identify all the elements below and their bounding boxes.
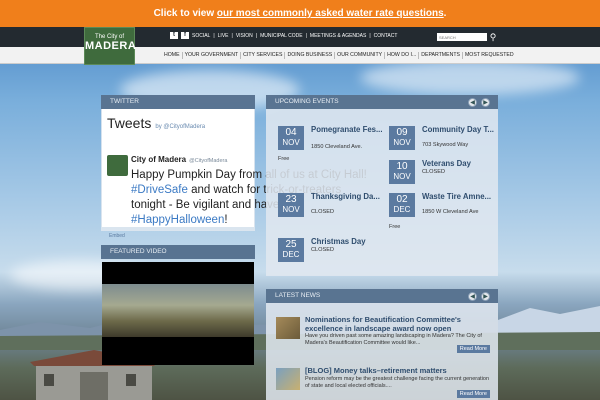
facebook-icon[interactable]: f [181, 32, 189, 39]
read-more-button[interactable]: Read More [456, 345, 490, 353]
nav-item-departments[interactable]: DEPARTMENTS [419, 52, 463, 59]
event-date: 25 DEC [278, 238, 304, 262]
event-location: 1850 W Cleveland Ave [422, 209, 479, 215]
event-date: 02 DEC [389, 193, 415, 217]
nav-item-home[interactable]: HOME [162, 52, 183, 59]
twitter-panel: TWITTER Tweets by @CityofMadera City of M… [101, 95, 367, 239]
event-title[interactable]: Veterans Day [422, 159, 502, 168]
twitter-icon[interactable]: t [170, 32, 178, 39]
utility-link-vision[interactable]: VISION [236, 33, 253, 39]
news-item: [BLOG] Money talks–retirement matters Pe… [276, 366, 490, 400]
utility-link-social[interactable]: SOCIAL [192, 33, 210, 39]
event-free: Free [278, 156, 290, 162]
events-pager: ◀ ▶ [468, 98, 490, 107]
tweet-author[interactable]: City of Madera @CityofMadera [131, 155, 227, 164]
event-title[interactable]: Community Day T... [422, 125, 502, 134]
alert-banner: Click to view our most commonly asked wa… [0, 0, 600, 27]
utility-link-meetings[interactable]: MEETINGS & AGENDAS [310, 33, 366, 39]
event-location: CLOSED [422, 169, 446, 175]
event-title[interactable]: Pomegranate Fes... [311, 125, 391, 134]
hashtag-happyhalloween[interactable]: #HappyHalloween [131, 214, 224, 226]
event-date: 09 NOV [389, 126, 415, 150]
chevron-left-icon[interactable]: ◀ [468, 292, 477, 301]
utility-link-contact[interactable]: CONTACT [374, 33, 398, 39]
event-title[interactable]: Thanksgiving Da... [311, 192, 391, 201]
tweet-handle: @CityofMadera [189, 158, 228, 164]
latest-news-panel: LATEST NEWS ◀ ▶ Nominations for Beautifi… [266, 289, 498, 400]
latest-news-title: LATEST NEWS [266, 289, 498, 303]
tweet-line-4-text: ! [224, 214, 228, 226]
news-thumbnail[interactable] [276, 317, 300, 339]
utility-links: t f SOCIAL | LIVE | VISION | MUNICIPAL CODE… [170, 32, 397, 39]
news-title[interactable]: [BLOG] Money talks–retirement matters [305, 366, 493, 375]
news-item: Nominations for Beautification Committee… [276, 315, 490, 355]
event-location: CLOSED [311, 247, 335, 253]
city-logo[interactable]: The City of MADERA [84, 27, 137, 65]
chevron-right-icon[interactable]: ▶ [481, 292, 490, 301]
chevron-right-icon[interactable]: ▶ [481, 98, 490, 107]
utility-link-municipal-code[interactable]: MUNICIPAL CODE [260, 33, 303, 39]
news-title[interactable]: Nominations for Beautification Committee… [305, 315, 493, 333]
avatar[interactable] [107, 155, 128, 176]
hashtag-drivesafe[interactable]: #DriveSafe [131, 184, 188, 196]
utility-link-live[interactable]: LIVE [218, 33, 229, 39]
featured-video-panel: FEATURED VIDEO [101, 245, 255, 400]
twitter-feed: Tweets by @CityofMadera City of Madera @Ci… [102, 109, 367, 239]
nav-item-city-services[interactable]: CITY SERVICES [241, 52, 286, 59]
event-date: 23 NOV [278, 193, 304, 217]
twitter-panel-title: TWITTER [101, 95, 255, 109]
news-pager: ◀ ▶ [468, 292, 490, 301]
nav-item-your-government[interactable]: YOUR GOVERNMENT [183, 52, 242, 59]
cloud [360, 60, 580, 95]
tweets-by-link[interactable]: by @CityofMadera [155, 124, 205, 130]
alert-link[interactable]: our most commonly asked water rate quest… [217, 8, 444, 19]
search-input[interactable] [437, 33, 487, 41]
nav-item-our-community[interactable]: OUR COMMUNITY [335, 52, 386, 59]
search-icon[interactable]: ⚲ [488, 31, 498, 43]
video-thumbnail [102, 284, 254, 337]
nav-item-doing-business[interactable]: DOING BUSINESS [285, 52, 336, 59]
event-location: 1850 Cleveland Ave. [311, 144, 363, 150]
tweets-title: Tweets [107, 115, 152, 131]
upcoming-events-panel: UPCOMING EVENTS ◀ ▶ 04 NOV Pomegranate Fe… [266, 95, 498, 276]
logo-line2: MADERA [85, 40, 137, 52]
event-location: CLOSED [311, 209, 335, 215]
event-date: 04 NOV [278, 126, 304, 150]
event-title[interactable]: Christmas Day [311, 237, 391, 246]
chevron-left-icon[interactable]: ◀ [468, 98, 477, 107]
embed-link[interactable]: Embed [109, 233, 125, 239]
upcoming-events-title: UPCOMING EVENTS [266, 95, 498, 109]
featured-video-title: FEATURED VIDEO [101, 245, 255, 259]
event-title[interactable]: Waste Tire Amne... [422, 192, 502, 201]
video-player[interactable] [102, 262, 254, 365]
nav-item-most-requested[interactable]: MOST REQUESTED [463, 52, 516, 59]
read-more-button[interactable]: Read More [456, 390, 490, 398]
alert-prefix: Click to view [153, 8, 217, 19]
nav-item-how-do-i[interactable]: HOW DO I... [385, 52, 420, 59]
news-thumbnail[interactable] [276, 368, 300, 390]
news-summary: Pension reform may be the greatest chall… [305, 376, 490, 389]
alert-suffix: . [443, 8, 447, 19]
event-location: 703 Skywood Way [422, 142, 469, 148]
event-free: Free [389, 224, 401, 230]
tweet-author-name: City of Madera [131, 155, 187, 164]
event-date: 10 NOV [389, 160, 415, 184]
